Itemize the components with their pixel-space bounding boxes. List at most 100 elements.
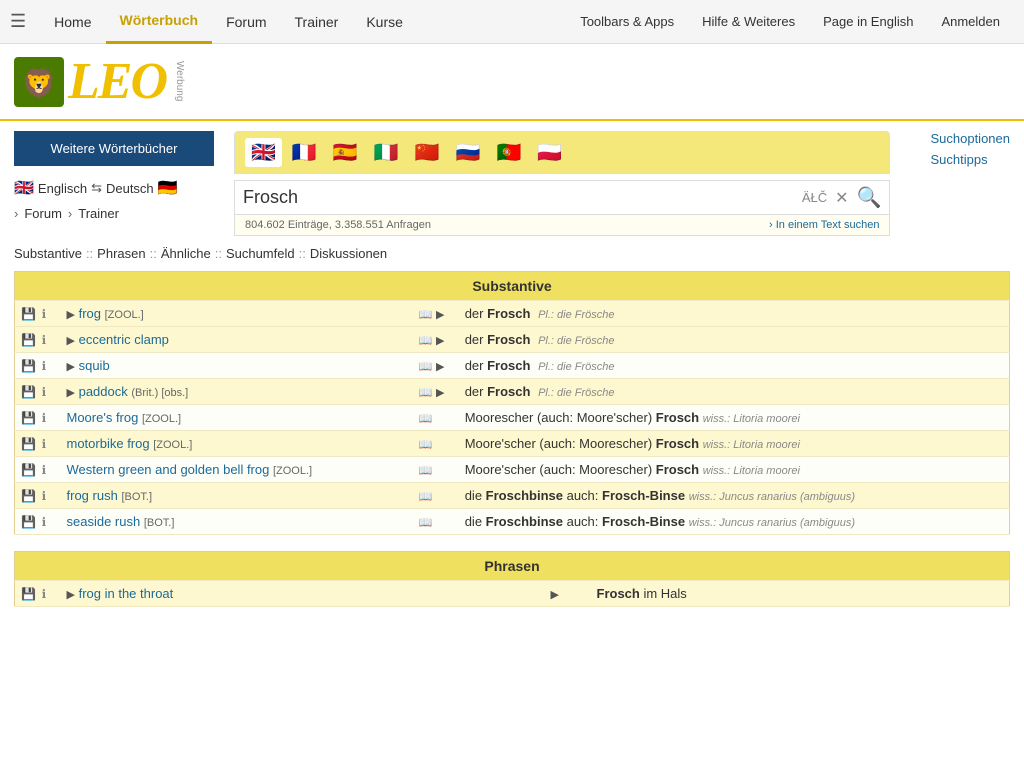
play-icon[interactable]: ▶ <box>67 309 75 321</box>
suchtipps-link[interactable]: Suchtipps <box>930 152 1010 167</box>
tab-phrasen[interactable]: Phrasen <box>97 246 145 261</box>
de-wiss: wiss.: Juncus ranarius (ambiguus) <box>689 517 855 529</box>
save-icon[interactable]: 💾 <box>21 489 36 503</box>
book-icon[interactable]: 📖 <box>419 465 433 477</box>
save-icon[interactable]: 💾 <box>21 463 36 477</box>
nav-home[interactable]: Home <box>40 0 105 44</box>
nav-forum[interactable]: Forum <box>212 0 280 44</box>
table-row: 💾 ℹ ▶ paddock (Brit.) [obs.] 📖 ▶ der Fro… <box>15 379 1010 405</box>
info-icon[interactable]: ℹ <box>42 333 47 347</box>
row-icons: 💾 ℹ <box>15 353 61 379</box>
de-pre: Moore'scher (auch: Moorescher) <box>465 462 656 477</box>
tab-suchumfeld[interactable]: Suchumfeld <box>226 246 295 261</box>
save-icon[interactable]: 💾 <box>21 385 36 399</box>
en-tag: (Brit.) [obs.] <box>131 387 188 399</box>
play-icon[interactable]: ▶ <box>67 387 75 399</box>
play-de-icon[interactable]: ▶ <box>436 361 444 373</box>
atc-button[interactable]: ÄŁČ <box>802 190 827 205</box>
save-icon[interactable]: 💾 <box>21 359 36 373</box>
svg-text:🦁: 🦁 <box>22 67 57 100</box>
nav-english[interactable]: Page in English <box>809 0 927 44</box>
save-icon[interactable]: 💾 <box>21 587 36 601</box>
en-cell: Moore's frog [ZOOL.] <box>61 405 413 431</box>
play-de-icon[interactable]: ▶ <box>551 589 559 601</box>
info-icon[interactable]: ℹ <box>42 463 47 477</box>
nav-anmelden[interactable]: Anmelden <box>927 0 1014 44</box>
play-icon[interactable]: ▶ <box>67 361 75 373</box>
de-article: der <box>465 358 487 373</box>
book-icon[interactable]: 📖 <box>419 491 433 503</box>
info-icon[interactable]: ℹ <box>42 437 47 451</box>
tab-substantive[interactable]: Substantive <box>14 246 82 261</box>
nav-toolbars[interactable]: Toolbars & Apps <box>566 0 688 44</box>
language-flags-row: 🇬🇧 🇫🇷 🇪🇸 🇮🇹 🇨🇳 🇷🇺 🇵🇹 🇵🇱 <box>234 131 890 174</box>
sidebar-forum-link[interactable]: Forum <box>24 206 62 221</box>
row-icons: 💾 ℹ <box>15 431 61 457</box>
de-cell: Moore'scher (auch: Moorescher) Frosch wi… <box>459 431 1010 457</box>
info-icon[interactable]: ℹ <box>42 489 47 503</box>
book-icon[interactable]: 📖 <box>419 517 433 529</box>
book-icon[interactable]: 📖 <box>419 335 433 347</box>
de-icons: 📖 <box>413 509 459 535</box>
info-icon[interactable]: ℹ <box>42 515 47 529</box>
de-plural: Pl.: die Frösche <box>538 387 614 399</box>
table-row: 💾 ℹ ▶ frog [ZOOL.] 📖 ▶ der Frosch Pl.: d… <box>15 301 1010 327</box>
flag-it-button[interactable]: 🇮🇹 <box>368 138 405 167</box>
de-also-word: Frosch-Binse <box>602 488 685 503</box>
save-icon[interactable]: 💾 <box>21 437 36 451</box>
search-input[interactable] <box>243 187 794 208</box>
info-icon[interactable]: ℹ <box>42 307 47 321</box>
save-icon[interactable]: 💾 <box>21 333 36 347</box>
nav-woerterbuch[interactable]: Wörterbuch <box>106 0 213 44</box>
en-tag: [BOT.] <box>144 517 175 529</box>
book-icon[interactable]: 📖 <box>419 439 433 451</box>
info-icon[interactable]: ℹ <box>42 359 47 373</box>
logo-lion-icon: 🦁 <box>14 57 64 107</box>
suchoptionen-link[interactable]: Suchoptionen <box>930 131 1010 146</box>
de-icons: 📖 <box>413 457 459 483</box>
book-icon[interactable]: 📖 <box>419 361 433 373</box>
clear-search-button[interactable]: ✕ <box>835 188 848 208</box>
nav-trainer[interactable]: Trainer <box>281 0 353 44</box>
info-icon[interactable]: ℹ <box>42 411 47 425</box>
play-de-icon[interactable]: ▶ <box>436 335 444 347</box>
tab-aehnliche[interactable]: Ähnliche <box>161 246 211 261</box>
de-also: auch: <box>567 488 602 503</box>
en-word: paddock <box>79 384 128 399</box>
info-icon[interactable]: ℹ <box>42 587 47 601</box>
further-dicts-button[interactable]: Weitere Wörterbücher <box>14 131 214 166</box>
book-icon[interactable]: 📖 <box>419 309 433 321</box>
save-icon[interactable]: 💾 <box>21 515 36 529</box>
flag-cn-button[interactable]: 🇨🇳 <box>409 138 446 167</box>
info-icon[interactable]: ℹ <box>42 385 47 399</box>
entries-count: 804.602 Einträge, 3.358.551 Anfragen <box>245 219 431 231</box>
hamburger-icon[interactable]: ☰ <box>10 11 26 32</box>
play-icon[interactable]: ▶ <box>67 589 75 601</box>
play-icon[interactable]: ▶ <box>67 335 75 347</box>
nav-kurse[interactable]: Kurse <box>352 0 417 44</box>
search-section: 🇬🇧 🇫🇷 🇪🇸 🇮🇹 🇨🇳 🇷🇺 🇵🇹 🇵🇱 ÄŁČ ✕ 🔍 804.602 … <box>234 131 890 236</box>
book-icon[interactable]: 📖 <box>419 387 433 399</box>
sidebar: Weitere Wörterbücher 🇬🇧 Englisch ⇆ Deuts… <box>14 131 214 236</box>
main-layout: Weitere Wörterbücher 🇬🇧 Englisch ⇆ Deuts… <box>0 121 1024 246</box>
play-de-icon[interactable]: ▶ <box>436 387 444 399</box>
flag-es-button[interactable]: 🇪🇸 <box>327 138 364 167</box>
swap-icon[interactable]: ⇆ <box>91 180 102 196</box>
tab-diskussionen[interactable]: Diskussionen <box>310 246 387 261</box>
text-search-link[interactable]: › In einem Text suchen <box>769 219 879 231</box>
flag-en-button[interactable]: 🇬🇧 <box>245 138 282 167</box>
chevron-trainer-icon: › <box>68 206 72 221</box>
flag-ru-button[interactable]: 🇷🇺 <box>450 138 487 167</box>
play-de-icon[interactable]: ▶ <box>436 309 444 321</box>
flag-fr-button[interactable]: 🇫🇷 <box>286 138 323 167</box>
de-word: Froschbinse <box>486 514 563 529</box>
save-icon[interactable]: 💾 <box>21 307 36 321</box>
save-icon[interactable]: 💾 <box>21 411 36 425</box>
flag-pl-button[interactable]: 🇵🇱 <box>531 138 568 167</box>
flag-pt-button[interactable]: 🇵🇹 <box>490 138 527 167</box>
nav-hilfe[interactable]: Hilfe & Weiteres <box>688 0 809 44</box>
search-submit-button[interactable]: 🔍 <box>857 185 882 210</box>
book-icon[interactable]: 📖 <box>419 413 433 425</box>
row-icons: 💾 ℹ <box>15 509 61 535</box>
sidebar-trainer-link[interactable]: Trainer <box>78 206 119 221</box>
